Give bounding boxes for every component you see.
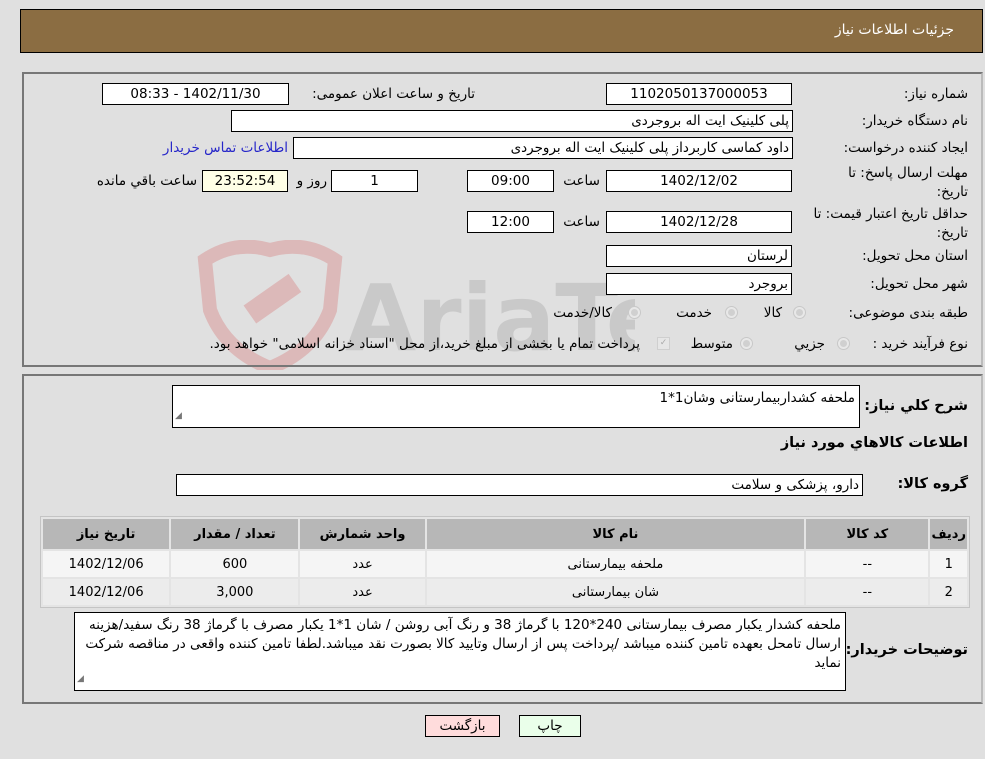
remaining-days-field: 1	[331, 170, 418, 192]
page-header: جزئیات اطلاعات نیاز	[20, 9, 983, 53]
response-deadline-label: مهلت ارسال پاسخ: تا تاریخ:	[848, 165, 968, 200]
purchase-type-small-radio[interactable]	[837, 337, 850, 350]
cell-row-number: 2	[930, 579, 967, 605]
category-service-radio[interactable]	[725, 306, 738, 319]
announce-datetime-label: تاریخ و ساعت اعلان عمومی:	[312, 86, 475, 102]
resize-grip-icon[interactable]: ◢	[77, 670, 84, 689]
category-service-label: خدمت	[676, 305, 712, 321]
purchase-type-small-label: جزيي	[794, 336, 825, 352]
announce-datetime-field: 1402/11/30 - 08:33	[102, 83, 289, 105]
resize-grip-icon[interactable]: ◢	[175, 407, 182, 426]
buyer-notes-label: توضيحات خريدار:	[845, 642, 968, 658]
purchase-type-label: نوع فرآیند خرید :	[872, 336, 968, 352]
remaining-time-field: 23:52:54	[202, 170, 288, 192]
general-desc-label: شرح كلي نياز:	[864, 398, 968, 414]
requester-field: داود کماسی کاربرداز پلی کلینیک ایت اله ب…	[293, 137, 793, 159]
col-unit: واحد شمارش	[300, 519, 425, 549]
goods-table: رديف كد كالا نام كالا واحد شمارش تعداد /…	[40, 516, 970, 608]
col-goods-code: كد كالا	[806, 519, 929, 549]
cell-goods-name: ملحفه بیمارستانی	[426, 551, 805, 577]
goods-group-label: گروه كالا:	[897, 476, 968, 492]
goods-group-field: دارو، پزشکی و سلامت	[176, 474, 863, 496]
back-button[interactable]: بازگشت	[425, 715, 500, 737]
category-label: طبقه بندی موضوعی:	[848, 305, 968, 321]
cell-unit: عدد	[300, 551, 425, 577]
days-label: روز و	[296, 173, 327, 189]
purchase-type-medium-label: متوسط	[690, 336, 733, 352]
general-desc-text: ملحفه کشداربیمارستانی وشان1*1	[659, 390, 855, 406]
requester-label: ایجاد کننده درخواست:	[843, 140, 968, 156]
need-number-field: 1102050137000053	[606, 83, 792, 105]
cell-quantity: 600	[171, 551, 299, 577]
table-row: 1 -- ملحفه بیمارستانی عدد 600 1402/12/06	[43, 551, 967, 577]
delivery-province-field: لرستان	[606, 245, 792, 267]
remaining-time-label: ساعت باقي مانده	[96, 173, 197, 189]
need-number-label: شماره نیاز:	[903, 86, 968, 102]
goods-info-title: اطلاعات كالاهاي مورد نياز	[780, 435, 968, 451]
price-validity-date: 1402/12/28	[606, 211, 792, 233]
goods-table-header: رديف كد كالا نام كالا واحد شمارش تعداد /…	[43, 519, 967, 549]
buyer-notes-textarea[interactable]: ملحفه کشدار یکبار مصرف بیمارستانی 240*12…	[74, 612, 846, 691]
cell-goods-code: --	[806, 579, 929, 605]
response-deadline-date: 1402/12/02	[606, 170, 792, 192]
price-validity-time: 12:00	[467, 211, 554, 233]
category-goods-radio[interactable]	[793, 306, 806, 319]
col-quantity: تعداد / مقدار	[171, 519, 299, 549]
purchase-type-medium-radio[interactable]	[740, 337, 753, 350]
buyer-notes-text: ملحفه کشدار یکبار مصرف بیمارستانی 240*12…	[85, 617, 841, 671]
cell-unit: عدد	[300, 579, 425, 605]
print-button[interactable]: چاپ	[519, 715, 581, 737]
response-time-label: ساعت	[563, 173, 600, 189]
cell-quantity: 3,000	[171, 579, 299, 605]
response-deadline-time: 09:00	[467, 170, 554, 192]
buyer-org-label: نام دستگاه خریدار:	[861, 113, 968, 129]
table-row: 2 -- شان بیمارستانی عدد 3,000 1402/12/06	[43, 579, 967, 605]
treasury-bonds-note: پرداخت تمام یا بخشی از مبلغ خرید،از محل …	[209, 336, 640, 352]
cell-goods-name: شان بیمارستانی	[426, 579, 805, 605]
buyer-contact-link[interactable]: اطلاعات تماس خریدار	[163, 140, 288, 156]
cell-need-date: 1402/12/06	[43, 579, 170, 605]
cell-need-date: 1402/12/06	[43, 551, 170, 577]
category-goods-service-radio[interactable]	[628, 306, 641, 319]
col-need-date: تاريخ نياز	[43, 519, 170, 549]
price-validity-label: حداقل تاریخ اعتبار قیمت: تا تاریخ:	[813, 206, 968, 241]
buyer-org-field: پلی کلینیک ایت اله بروجردی	[231, 110, 793, 132]
page-title: جزئیات اطلاعات نیاز	[834, 22, 954, 38]
category-goods-service-label: کالا/خدمت	[553, 305, 612, 321]
delivery-city-field: بروجرد	[606, 273, 792, 295]
treasury-bonds-checkbox[interactable]: ✓	[657, 337, 670, 350]
general-desc-textarea[interactable]: ملحفه کشداربیمارستانی وشان1*1 ◢	[172, 385, 860, 428]
cell-goods-code: --	[806, 551, 929, 577]
price-validity-time-label: ساعت	[563, 214, 600, 230]
category-goods-label: کالا	[763, 305, 782, 321]
delivery-province-label: استان محل تحویل:	[862, 248, 968, 264]
cell-row-number: 1	[930, 551, 967, 577]
delivery-city-label: شهر محل تحویل:	[870, 276, 968, 292]
col-row-number: رديف	[930, 519, 967, 549]
col-goods-name: نام كالا	[426, 519, 805, 549]
